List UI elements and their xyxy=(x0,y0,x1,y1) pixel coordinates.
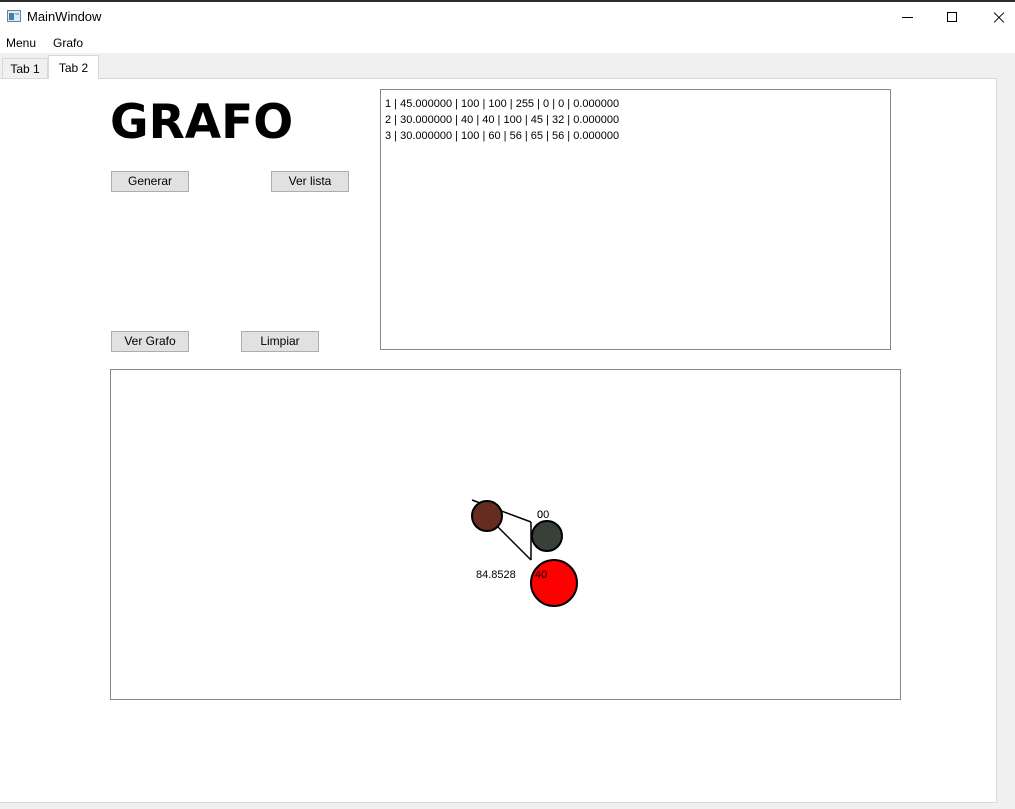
edge-weight-label: 84.8528 xyxy=(476,569,516,581)
close-icon[interactable] xyxy=(975,4,1015,32)
tab-2[interactable]: Tab 2 xyxy=(48,55,99,79)
list-text-area[interactable]: 1 | 45.000000 | 100 | 100 | 255 | 0 | 0 … xyxy=(380,89,891,350)
graph-edge xyxy=(495,524,532,561)
title-bar[interactable]: MainWindow xyxy=(0,2,1015,32)
app-window-icon xyxy=(7,10,21,22)
right-edge xyxy=(997,78,1015,803)
menu-bar: Menu Grafo xyxy=(0,32,1015,53)
graph-canvas: 40 00 0 84.8528 xyxy=(471,499,578,607)
window-title: MainWindow xyxy=(27,9,102,24)
graph-view[interactable]: 40 00 0 84.8528 xyxy=(110,369,901,700)
graph-node-2[interactable] xyxy=(471,500,503,532)
list-line: 3 | 30.000000 | 100 | 60 | 56 | 65 | 56 … xyxy=(385,130,620,142)
ver-lista-button[interactable]: Ver lista xyxy=(271,171,349,192)
tab-1[interactable]: Tab 1 xyxy=(2,58,48,78)
generar-button[interactable]: Generar xyxy=(111,171,189,192)
menu-item-grafo[interactable]: Grafo xyxy=(53,36,83,50)
list-line: 1 | 45.000000 | 100 | 100 | 255 | 0 | 0 … xyxy=(385,98,620,110)
menu-item-menu[interactable]: Menu xyxy=(6,36,36,50)
node-3-overlap-label: 0 xyxy=(537,509,543,521)
graph-node-1[interactable] xyxy=(530,559,578,607)
bottom-edge xyxy=(0,803,1015,809)
ver-grafo-button[interactable]: Ver Grafo xyxy=(111,331,189,352)
limpiar-button[interactable]: Limpiar xyxy=(241,331,319,352)
maximize-icon[interactable] xyxy=(930,4,976,32)
list-line: 2 | 30.000000 | 40 | 40 | 100 | 45 | 32 … xyxy=(385,114,620,126)
page-title: GRAFO xyxy=(110,95,294,150)
minimize-icon[interactable] xyxy=(884,4,930,32)
graph-node-3[interactable] xyxy=(531,520,563,552)
node-1-label: 40 xyxy=(535,569,547,581)
